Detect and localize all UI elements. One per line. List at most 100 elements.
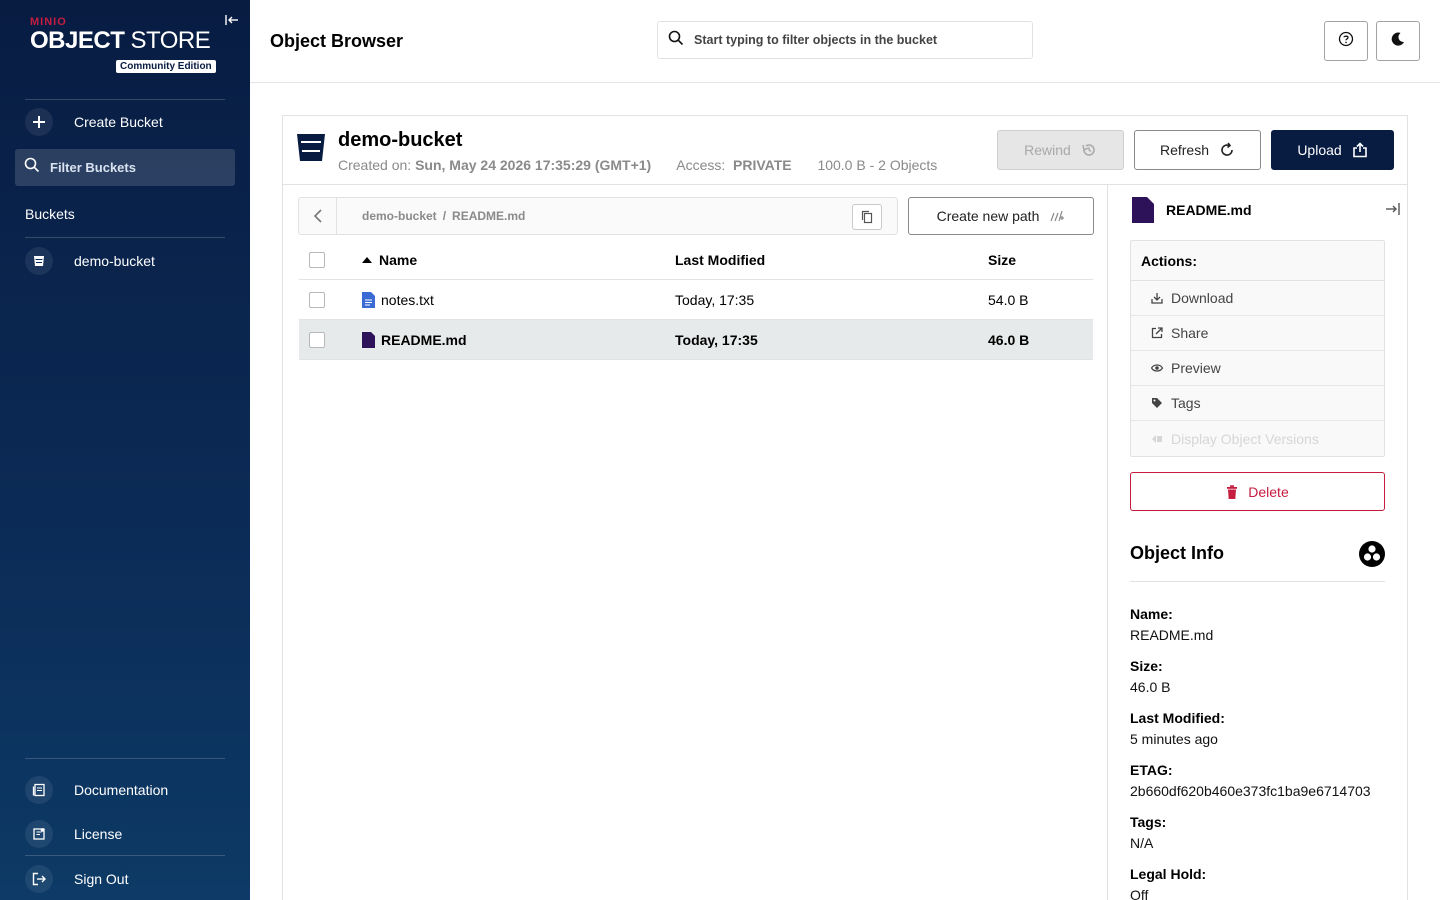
sidebar-divider: [25, 758, 225, 759]
created-value: Sun, May 24 2026 17:35:29 (GMT+1): [415, 157, 652, 173]
select-all-checkbox[interactable]: [309, 252, 325, 268]
file-icon: [1132, 197, 1154, 223]
copy-path-button[interactable]: [852, 204, 882, 230]
object-info-title: Object Info: [1130, 543, 1224, 563]
buckets-heading: Buckets: [25, 206, 75, 222]
search-icon: [24, 157, 40, 178]
breadcrumb-object: README.md: [452, 209, 526, 223]
info-tags: Tags: N/A: [1130, 814, 1167, 851]
column-modified-header[interactable]: Last Modified: [675, 252, 765, 268]
sign-out-icon: [25, 865, 53, 893]
info-legal-hold: Legal Hold: Off: [1130, 866, 1207, 900]
share-action[interactable]: Share: [1131, 316, 1384, 351]
refresh-label: Refresh: [1159, 142, 1210, 158]
row-checkbox[interactable]: [309, 332, 325, 348]
column-size-header[interactable]: Size: [988, 252, 1016, 268]
object-search[interactable]: [657, 21, 1033, 59]
preview-action[interactable]: Preview: [1131, 351, 1384, 386]
moon-icon: [1390, 31, 1406, 52]
object-info-icon: [1358, 540, 1386, 573]
sidebar-item-demo-bucket[interactable]: demo-bucket: [25, 243, 225, 279]
license-icon: [25, 820, 53, 848]
display-versions-action: Display Object Versions: [1131, 421, 1384, 456]
minio-logo[interactable]: MINIO OBJECT STORE Community Edition: [30, 16, 216, 73]
rewind-icon: [1082, 144, 1095, 156]
logo-edition-badge: Community Edition: [116, 60, 216, 73]
refresh-button[interactable]: Refresh: [1134, 130, 1261, 170]
created-label: Created on:: [338, 157, 412, 173]
filter-buckets-input[interactable]: [50, 160, 220, 175]
filter-buckets[interactable]: [15, 149, 235, 186]
sign-out-button[interactable]: Sign Out: [25, 861, 225, 897]
object-size: 54.0 B: [988, 291, 1029, 308]
back-button[interactable]: [299, 198, 337, 234]
actions-heading: Actions:: [1131, 241, 1384, 281]
create-bucket-button[interactable]: Create Bucket: [25, 104, 225, 140]
detail-file-name: README.md: [1166, 202, 1252, 218]
upload-label: Upload: [1297, 142, 1342, 158]
logo-product: OBJECT STORE: [30, 27, 211, 54]
documentation-link[interactable]: Documentation: [25, 772, 225, 808]
close-details-icon[interactable]: [1385, 202, 1401, 221]
sidebar: MINIO OBJECT STORE Community Edition Cre…: [0, 0, 250, 900]
object-info-divider: [1130, 581, 1385, 582]
object-modified: Today, 17:35: [675, 291, 755, 308]
sort-ascending-icon: [362, 256, 372, 263]
search-icon: [668, 30, 684, 51]
download-icon: [1151, 293, 1163, 304]
download-action[interactable]: Download: [1131, 281, 1384, 316]
info-name: Name: README.md: [1130, 606, 1214, 643]
breadcrumb-bucket[interactable]: demo-bucket: [362, 209, 437, 223]
row-checkbox[interactable]: [309, 292, 325, 308]
rewind-label: Rewind: [1024, 142, 1071, 158]
delete-button[interactable]: Delete: [1130, 472, 1385, 511]
access-value: PRIVATE: [733, 157, 792, 173]
detail-separator: [1107, 185, 1108, 900]
tag-icon: [1152, 398, 1162, 408]
bucket-name: demo-bucket: [338, 129, 463, 151]
page-title: Object Browser: [270, 31, 404, 51]
upload-icon: [1352, 142, 1367, 158]
trash-icon: [1227, 484, 1238, 499]
plus-icon: [25, 108, 53, 136]
table-row[interactable]: notes.txt Today, 17:35 54.0 B: [299, 280, 1093, 320]
tags-action[interactable]: Tags: [1131, 386, 1384, 421]
versions-icon: [1152, 434, 1162, 443]
actions-list: Actions: Download Share Preview Tags Dis…: [1130, 240, 1385, 457]
breadcrumb: demo-bucket / README.md: [298, 197, 898, 235]
file-icon: [362, 331, 375, 348]
create-new-path-label: Create new path: [936, 208, 1040, 224]
create-bucket-label: Create Bucket: [74, 114, 163, 130]
license-label: License: [74, 826, 123, 842]
object-name: README.md: [381, 331, 467, 348]
documentation-icon: [25, 776, 53, 804]
documentation-label: Documentation: [74, 782, 169, 798]
breadcrumb-path: demo-bucket / README.md: [362, 209, 525, 223]
info-size: Size: 46.0 B: [1130, 658, 1171, 695]
breadcrumb-separator: /: [442, 209, 447, 223]
help-icon: [1338, 31, 1354, 52]
dark-mode-toggle[interactable]: [1376, 21, 1420, 61]
rewind-button[interactable]: Rewind: [997, 130, 1124, 170]
bucket-name-label: demo-bucket: [74, 253, 155, 269]
sidebar-divider: [25, 237, 225, 238]
help-button[interactable]: [1324, 21, 1368, 61]
upload-button[interactable]: Upload: [1271, 130, 1394, 170]
object-search-input[interactable]: [694, 33, 1014, 47]
refresh-icon: [1221, 142, 1233, 156]
table-row[interactable]: README.md Today, 17:35 46.0 B: [299, 320, 1093, 360]
object-modified: Today, 17:35: [675, 331, 758, 348]
panel-divider: [283, 184, 1407, 185]
bucket-meta: Created on: Sun, May 24 2026 17:35:29 (G…: [338, 157, 937, 173]
collapse-sidebar-icon[interactable]: [224, 12, 242, 30]
license-link[interactable]: License: [25, 816, 225, 852]
chevron-left-icon: [313, 209, 322, 223]
column-name-header[interactable]: Name: [362, 252, 417, 268]
sign-out-label: Sign Out: [74, 871, 129, 887]
bucket-panel: demo-bucket Created on: Sun, May 24 2026…: [282, 115, 1408, 900]
object-detail-title: README.md: [1132, 197, 1252, 223]
info-last-modified: Last Modified: 5 minutes ago: [1130, 710, 1225, 747]
eye-icon: [1151, 364, 1163, 372]
share-icon: [1151, 327, 1163, 339]
create-new-path-button[interactable]: Create new path: [908, 197, 1094, 235]
